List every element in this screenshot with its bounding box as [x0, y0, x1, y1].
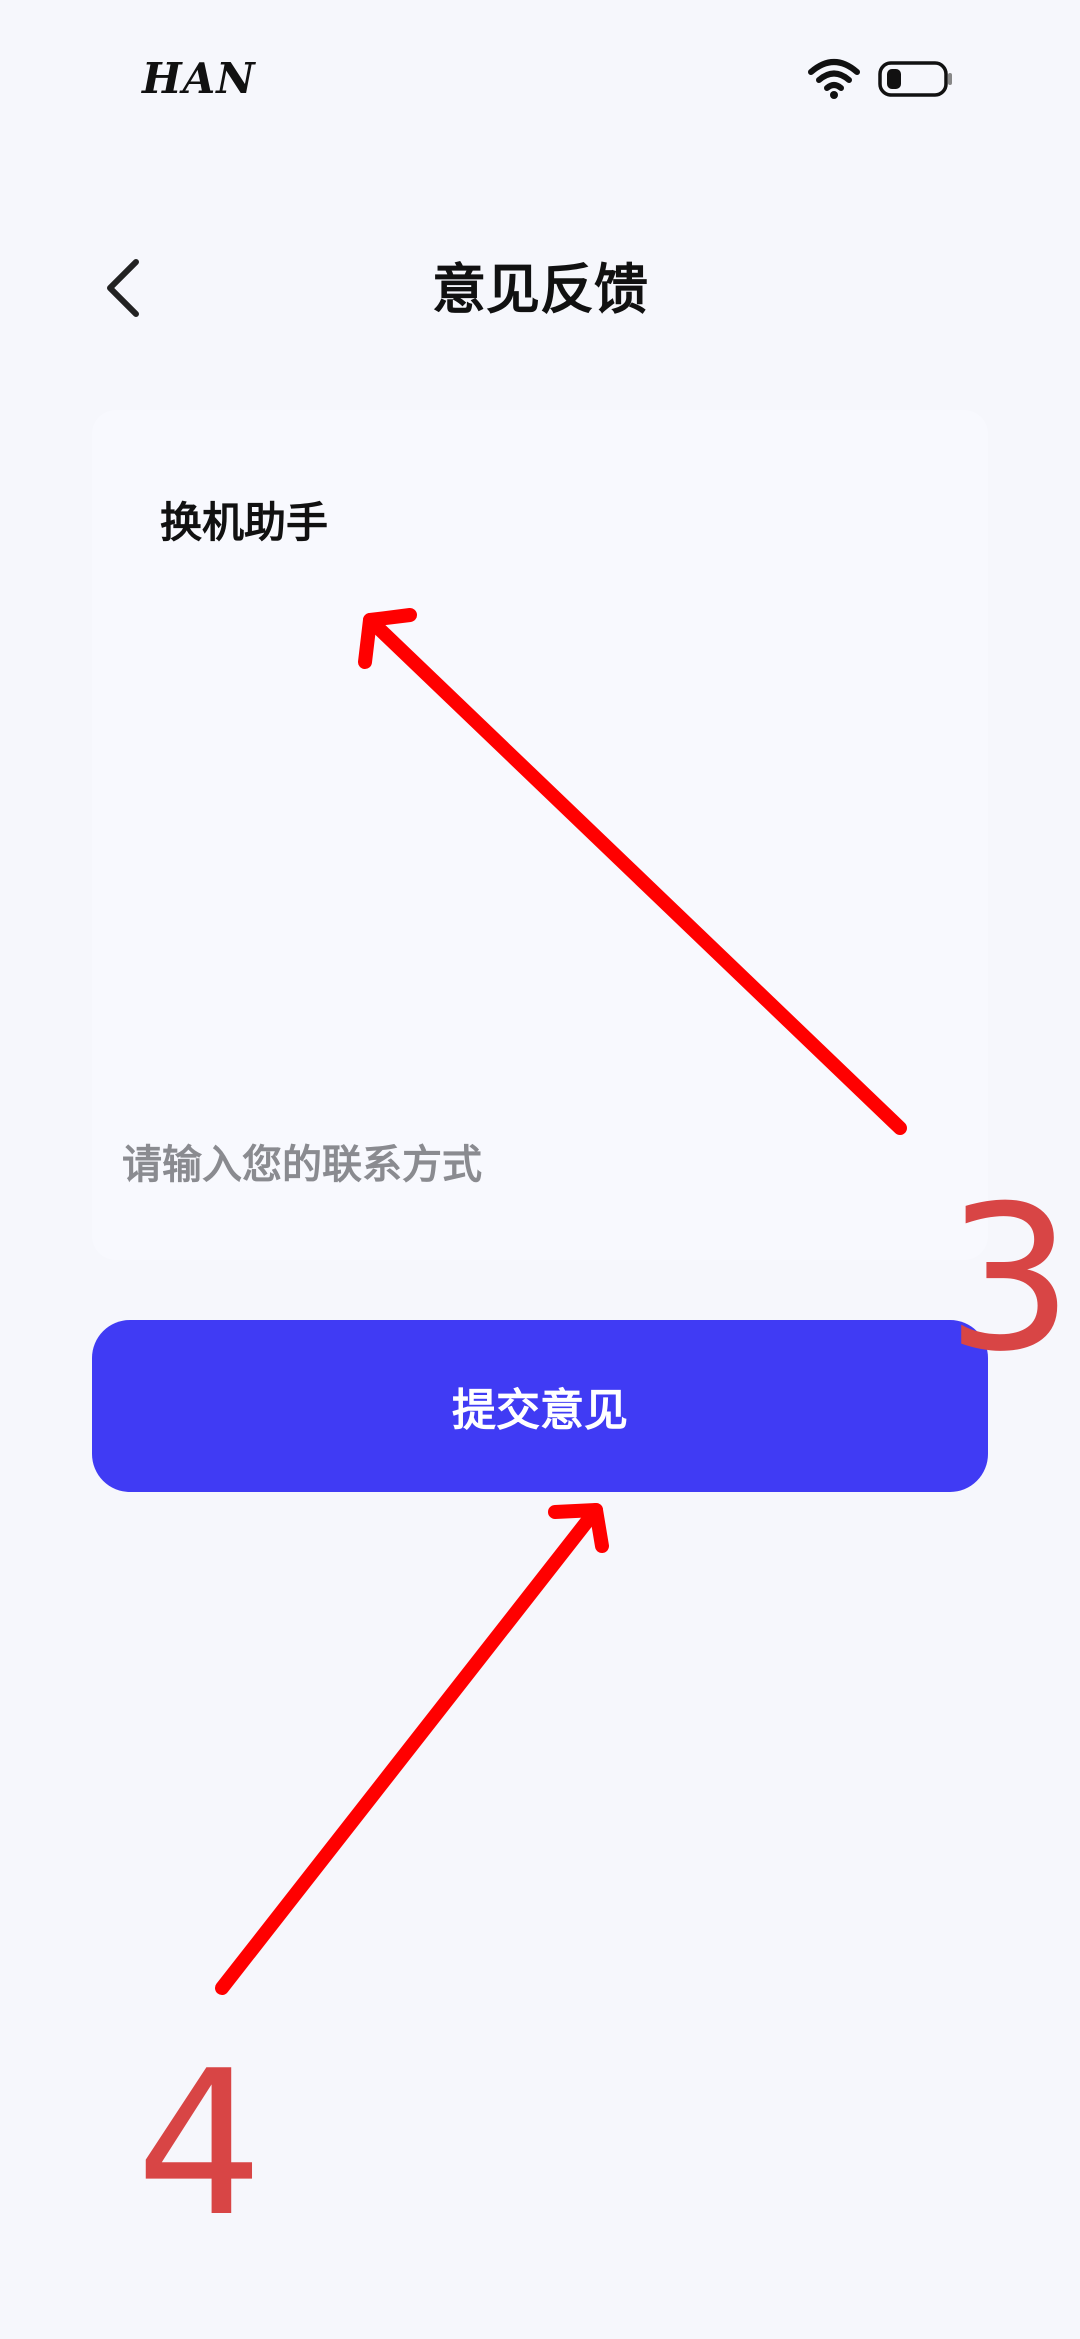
step-number-3: 3 — [946, 1163, 1074, 1396]
carrier-name: HAN — [142, 54, 256, 103]
arrow-annotation-4 — [215, 1503, 609, 1995]
feedback-textarea[interactable] — [160, 495, 920, 1055]
battery-low-icon — [878, 61, 952, 97]
wifi-icon — [808, 59, 860, 99]
feedback-form-card — [92, 410, 988, 1260]
step-number-4: 4 — [136, 2028, 264, 2261]
nav-bar: 意见反馈 — [0, 230, 1080, 350]
submit-feedback-button[interactable]: 提交意见 — [92, 1320, 988, 1492]
page-title: 意见反馈 — [432, 258, 648, 321]
contact-input[interactable] — [122, 1135, 882, 1195]
status-bar: HAN — [0, 0, 1080, 160]
